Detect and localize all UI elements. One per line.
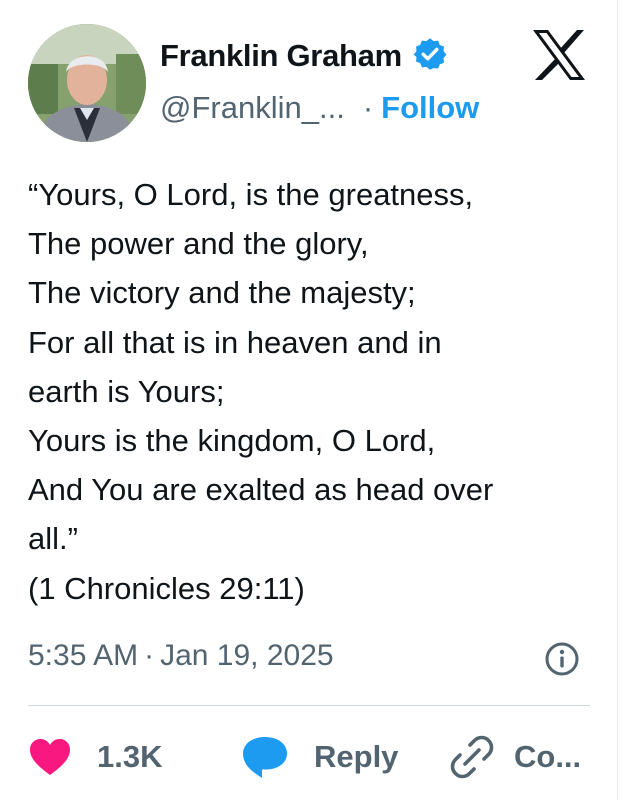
divider	[28, 705, 590, 706]
tweet-timestamp[interactable]: 5:35 AM · Jan 19, 2025	[28, 634, 334, 678]
separator-dot: ·	[144, 639, 155, 672]
tweet-line: all.”	[28, 521, 78, 557]
heart-icon	[30, 739, 70, 775]
tweet-text: “Yours, O Lord, is the greatness, The po…	[28, 170, 598, 613]
copy-link-button[interactable]: Co...	[450, 726, 581, 788]
author-name[interactable]: Franklin Graham	[160, 38, 402, 74]
avatar[interactable]	[28, 24, 146, 142]
tweet-line: earth is Yours;	[28, 373, 225, 409]
separator-dot: ·	[362, 90, 374, 125]
tweet-line: And You are exalted as head over	[28, 472, 494, 508]
tweet-line: (1 Chronicles 29:11)	[28, 570, 305, 606]
tweet-line: For all that is in heaven and in	[28, 324, 442, 360]
tweet-card: Franklin Graham @Franklin_... · Follow “…	[0, 0, 618, 800]
tweet-line: “Yours, O Lord, is the greatness,	[28, 177, 474, 212]
tweet-line: The victory and the majesty;	[28, 275, 416, 311]
x-logo-icon[interactable]	[530, 28, 588, 82]
verified-badge-icon	[412, 36, 448, 77]
author-handle-row: @Franklin_... · Follow	[160, 88, 479, 128]
author-name-row: Franklin Graham	[160, 36, 448, 76]
tweet-time: 5:35 AM	[28, 639, 139, 672]
tweet-line: The power and the glory,	[28, 226, 369, 262]
reply-button[interactable]: Reply	[240, 726, 398, 788]
action-bar: 1.3K Reply Co...	[28, 726, 600, 788]
follow-button[interactable]: Follow	[381, 90, 479, 126]
avatar-photo	[28, 24, 146, 142]
reply-label: Reply	[314, 739, 399, 774]
author-handle[interactable]: @Franklin_...	[160, 90, 345, 126]
tweet-line: Yours is the kingdom, O Lord,	[28, 423, 436, 459]
copy-label: Co...	[514, 739, 582, 774]
info-icon[interactable]	[544, 641, 580, 677]
speech-bubble-icon	[243, 737, 287, 778]
link-icon	[450, 735, 494, 779]
tweet-date: Jan 19, 2025	[160, 639, 334, 672]
like-count: 1.3K	[97, 739, 163, 774]
like-button[interactable]: 1.3K	[28, 726, 162, 788]
